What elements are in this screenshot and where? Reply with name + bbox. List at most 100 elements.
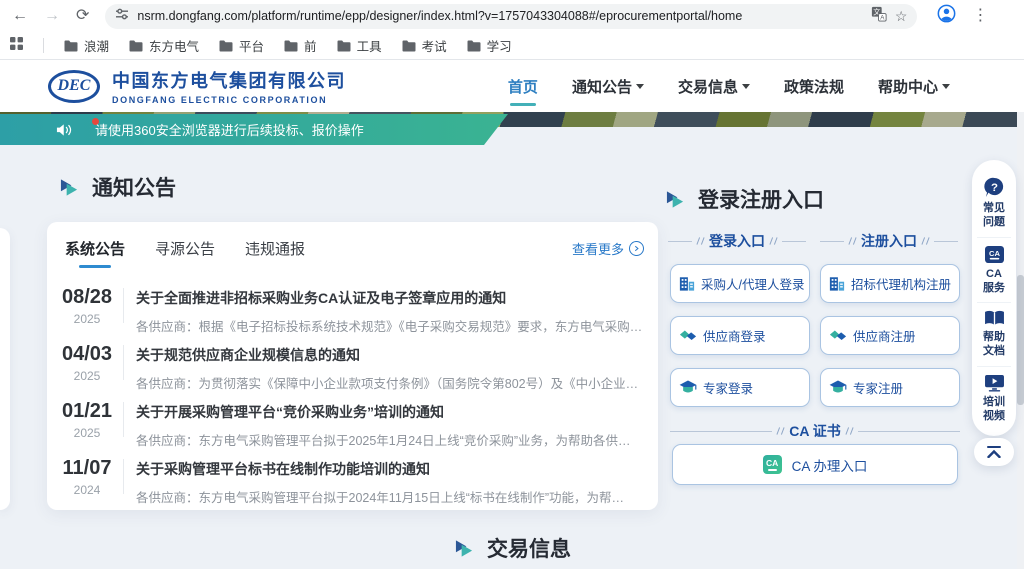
supplier-login-button[interactable]: 供应商登录 [670,316,810,355]
profile-avatar-icon[interactable] [937,4,956,28]
notice-tabs: 系统公告 寻源公告 违规通报 查看更多 [57,238,644,268]
ca-section-label: CA 证书 [789,421,841,441]
back-icon[interactable]: ← [12,8,28,24]
bookmark-folder[interactable]: 学习 [467,36,512,55]
folder-icon [64,40,78,52]
ca-badge-icon: CA [763,455,782,474]
nav-item-home[interactable]: 首页 [508,76,538,97]
notice-date-md: 01/21 [57,400,117,423]
scrollbar-thumb[interactable] [1017,275,1024,405]
bookmark-star-icon[interactable]: ☆ [895,9,908,23]
nav-item-trade-info[interactable]: 交易信息 [678,76,750,97]
view-more-label: 查看更多 [572,239,624,258]
ca-badge-text: CA [766,459,778,468]
circle-arrow-icon [629,241,644,256]
bookmark-folder[interactable]: 浪潮 [64,36,109,55]
ca-certificate-divider: CA 证书 [670,421,960,441]
notice-section-heading: 通知公告 [60,172,176,202]
login-entry-label: 登录入口 [709,231,765,251]
graduation-cap-icon [679,380,697,395]
bookmark-label: 浪潮 [84,36,109,55]
site-settings-icon[interactable] [115,7,129,26]
ca-card-icon: CA [984,245,1005,264]
notice-desc: 各供应商：为贯彻落实《保障中小企业款项支付条例》（国务院令第802号）及《中小企… [136,373,644,392]
slash-decor [845,427,854,435]
collapse-up-icon [986,446,1002,458]
slash-decor [921,237,930,245]
menu-dots-icon[interactable]: ⋮ [972,8,988,24]
building-icon [679,276,695,291]
notice-date-year: 2025 [57,369,117,383]
notice-title[interactable]: 关于采购管理平台标书在线制作功能培训的通知 [136,459,644,479]
buyer-agent-login-button[interactable]: 采购人/代理人登录 [670,264,810,303]
notice-desc: 各供应商：根据《电子招标投标系统技术规范》《电子采购交易规范》要求，东方电气采购… [136,316,644,335]
notice-list-item[interactable]: 11/07 2024 关于采购管理平台标书在线制作功能培训的通知 各供应商：东方… [57,448,644,505]
sidebar-item-label: 帮助文档 [981,330,1007,359]
notice-date: 08/28 2025 [57,286,117,326]
bookmark-label: 学习 [487,36,512,55]
section-title: 交易信息 [487,533,571,563]
sidebar-item-training-videos[interactable]: 培训视频 [977,366,1011,431]
translate-icon[interactable]: 文 A [871,6,887,27]
expert-login-button[interactable]: 专家登录 [670,368,810,407]
ca-apply-button[interactable]: CA CA 办理入口 [672,444,958,485]
bookmark-folder[interactable]: 考试 [402,36,447,55]
notice-title[interactable]: 关于开展采购管理平台“竞价采购业务”培训的通知 [136,402,644,422]
double-arrow-icon [455,540,474,557]
notice-title[interactable]: 关于全面推进非招标采购业务CA认证及电子签章应用的通知 [136,288,644,308]
address-bar[interactable]: nsrm.dongfang.com/platform/runtime/epp/d… [105,4,917,29]
training-video-icon [984,374,1005,392]
bookmark-folder[interactable]: 平台 [219,36,264,55]
chevron-down-icon [742,84,750,89]
bidding-agency-register-button[interactable]: 招标代理机构注册 [820,264,960,303]
tab-system-notices[interactable]: 系统公告 [65,238,125,268]
apps-grid-icon[interactable] [10,37,23,55]
tab-violation-reports[interactable]: 违规通报 [245,238,305,268]
forward-icon[interactable]: → [44,8,60,24]
chevron-down-icon [942,84,950,89]
sidebar-item-label: 常见问题 [981,201,1007,230]
entry-button-label: 采购人/代理人登录 [701,274,804,293]
url-text[interactable]: nsrm.dongfang.com/platform/runtime/epp/d… [137,9,862,23]
supplier-register-button[interactable]: 供应商注册 [820,316,960,355]
reload-icon[interactable]: ⟳ [76,8,89,24]
bookmark-folder[interactable]: 东方电气 [129,36,199,55]
dec-logo[interactable]: DEC [48,70,100,103]
alert-dot [92,118,99,125]
expert-register-button[interactable]: 专家注册 [820,368,960,407]
view-more-link[interactable]: 查看更多 [572,238,644,258]
collapse-to-top-button[interactable] [974,438,1014,466]
sidebar-item-help-docs[interactable]: 帮助文档 [977,302,1011,366]
section-title: 登录注册入口 [698,184,824,214]
entry-button-label: 招标代理机构注册 [851,274,951,293]
sidebar-item-ca-service[interactable]: CA CA服务 [977,237,1011,303]
notice-list-item[interactable]: 04/03 2025 关于规范供应商企业规模信息的通知 各供应商：为贯彻落实《保… [57,334,644,391]
entry-column-labels: 登录入口 注册入口 [668,231,958,251]
scrollbar-track[interactable] [1017,60,1024,569]
sidebar-item-faq[interactable]: ? 常见问题 [977,170,1011,237]
notice-list-item[interactable]: 08/28 2025 关于全面推进非招标采购业务CA认证及电子签章应用的通知 各… [57,277,644,334]
register-entry-label: 注册入口 [861,231,917,251]
section-title: 通知公告 [92,172,176,202]
entry-button-label: 供应商注册 [853,326,916,345]
notice-date: 11/07 2024 [57,457,117,497]
notice-title[interactable]: 关于规范供应商企业规模信息的通知 [136,345,644,365]
nav-item-notices[interactable]: 通知公告 [572,76,644,97]
folder-icon [337,40,351,52]
floating-sidebar: ? 常见问题 CA CA服务 帮助文档 培训视频 [972,160,1016,436]
bookmark-folder[interactable]: 工具 [337,36,382,55]
alert-text: 请使用360安全浏览器进行后续投标、报价操作 [95,120,364,139]
notice-card: 系统公告 寻源公告 违规通报 查看更多 08/28 2025 关于全面推进非招标… [47,222,658,510]
notice-date-md: 04/03 [57,343,117,366]
bookmark-folder[interactable]: 前 [284,36,317,55]
nav-label: 交易信息 [678,76,738,97]
sidebar-item-label: CA服务 [981,267,1007,296]
nav-item-policies[interactable]: 政策法规 [784,76,844,97]
nav-label: 政策法规 [784,76,844,97]
browser-alert-banner: 请使用360安全浏览器进行后续投标、报价操作 [0,114,508,145]
nav-item-help-center[interactable]: 帮助中心 [878,76,950,97]
question-icon: ? [984,177,1005,198]
tab-sourcing-notices[interactable]: 寻源公告 [155,238,215,268]
bookmarks-bar: 浪潮 东方电气 平台 前 工具 考试 学习 [0,32,1024,60]
notice-list-item[interactable]: 01/21 2025 关于开展采购管理平台“竞价采购业务”培训的通知 各供应商：… [57,391,644,448]
